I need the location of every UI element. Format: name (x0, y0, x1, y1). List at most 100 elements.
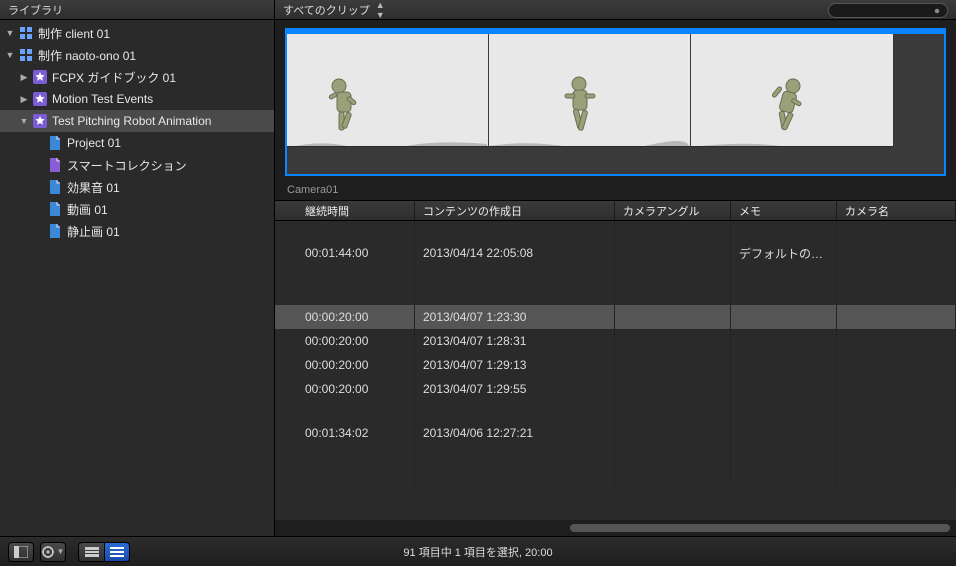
clip-row[interactable]: 00:00:20:002013/04/07 1:29:13 (275, 353, 956, 377)
cell-duration: 00:01:34:02 (275, 421, 415, 445)
cell-created: 2013/04/07 1:29:13 (415, 353, 615, 377)
selected-clip-name: Camera01 (275, 180, 956, 200)
library-icon (18, 47, 34, 63)
cell-created: 2013/04/06 12:27:21 (415, 421, 615, 445)
tree-item-naoto-ono-01[interactable]: ▼ 制作 naoto-ono 01 (0, 44, 274, 66)
disclosure-triangle-icon[interactable]: ▼ (4, 50, 16, 60)
tree-item-test-pitching-robot-animation[interactable]: ▼ Test Pitching Robot Animation (0, 110, 274, 132)
cell-angle (615, 353, 731, 377)
library-icon (18, 25, 34, 41)
tree-item-label: スマートコレクション (67, 157, 187, 174)
tree-item-project-01[interactable]: Project 01 (0, 132, 274, 154)
tree-item-motion-test-events[interactable]: ▶Motion Test Events (0, 88, 274, 110)
list-gap (275, 221, 956, 241)
tree-item-label: 制作 client 01 (38, 25, 110, 42)
cell-duration: 00:00:20:00 (275, 353, 415, 377)
keyword-icon (48, 201, 62, 217)
col-duration[interactable]: 継続時間 (275, 201, 415, 220)
keyword-icon (48, 223, 62, 239)
col-created[interactable]: コンテンツの作成日 (415, 201, 615, 220)
list-view-button[interactable] (104, 542, 130, 562)
status-text: 91 項目中 1 項目を選択, 20:00 (403, 544, 552, 560)
tree-item-fcpx-01[interactable]: ▶ FCPX ガイドブック 01 (0, 66, 274, 88)
clip-row[interactable]: 00:00:20:002013/04/07 1:29:55 (275, 377, 956, 401)
cell-duration: 00:00:20:00 (275, 305, 415, 329)
footer-toolbar: ▼ 91 項目中 1 項目を選択, 20:00 (0, 536, 956, 566)
list-gap (275, 401, 956, 421)
clip-list: 00:01:44:002013/04/14 22:05:08デフォルトの…00:… (275, 221, 956, 520)
cell-camname (837, 377, 956, 401)
clip-row[interactable]: 00:01:44:002013/04/14 22:05:08デフォルトの… (275, 241, 956, 265)
tree-item-01[interactable]: 動画 01 (0, 198, 274, 220)
cell-angle (615, 377, 731, 401)
cell-memo (731, 421, 837, 445)
cell-memo (731, 353, 837, 377)
disclosure-triangle-icon[interactable]: ▶ (18, 94, 30, 105)
clip-filmstrip[interactable] (285, 28, 946, 176)
smart-collection-icon (48, 157, 62, 173)
search-input[interactable] (828, 3, 948, 18)
cell-memo (731, 377, 837, 401)
tree-item-label: 制作 naoto-ono 01 (38, 47, 136, 64)
cell-camname (837, 241, 956, 265)
tree-item-01[interactable]: 効果音 01 (0, 176, 274, 198)
horizontal-scrollbar[interactable] (275, 520, 956, 536)
cell-angle (615, 305, 731, 329)
dropdown-chevron-icon: ▲▼ (376, 0, 385, 20)
keyword-icon (48, 179, 62, 195)
list-gap (275, 465, 956, 485)
cell-angle (615, 329, 731, 353)
tree-item-[interactable]: スマートコレクション (0, 154, 274, 176)
tree-item-client-01[interactable]: ▼ 制作 client 01 (0, 22, 274, 44)
cell-duration: 00:00:20:00 (275, 377, 415, 401)
action-menu-button[interactable]: ▼ (40, 542, 66, 562)
cell-camname (837, 353, 956, 377)
filmstrip-frame (894, 34, 944, 174)
library-sidebar: ライブラリ ▼ 制作 client 01 ▼ 制作 naoto-ono 01 ▶ FCPX… (0, 0, 275, 536)
filmstrip-frame (489, 34, 691, 174)
tree-item-label: 効果音 01 (67, 179, 120, 196)
browser-header: すべてのクリップ ▲▼ (275, 0, 956, 20)
tree-item-label: FCPX ガイドブック 01 (52, 69, 176, 86)
event-icon (32, 113, 48, 129)
filmstrip-frame (287, 34, 489, 174)
cell-duration: 00:00:20:00 (275, 329, 415, 353)
cell-memo (731, 305, 837, 329)
clip-filter-label: すべてのクリップ (283, 2, 370, 18)
cell-created: 2013/04/07 1:29:55 (415, 377, 615, 401)
cell-duration: 00:01:44:00 (275, 241, 415, 265)
event-icon (32, 69, 48, 85)
cell-camname (837, 305, 956, 329)
col-camname[interactable]: カメラ名 (837, 201, 956, 220)
library-tree: ▼ 制作 client 01 ▼ 制作 naoto-ono 01 ▶ FCPX ガイドブッ… (0, 20, 274, 536)
cell-angle (615, 421, 731, 445)
disclosure-triangle-icon[interactable]: ▼ (4, 28, 16, 38)
filmstrip-view-button[interactable] (78, 542, 104, 562)
list-gap (275, 265, 956, 285)
disclosure-triangle-icon[interactable]: ▼ (18, 116, 30, 126)
event-icon (32, 91, 48, 107)
col-memo[interactable]: メモ (731, 201, 837, 220)
disclosure-triangle-icon[interactable]: ▶ (18, 72, 30, 83)
column-headers[interactable]: 継続時間 コンテンツの作成日 カメラアングル メモ カメラ名 (275, 200, 956, 221)
tree-item-label: Project 01 (67, 136, 121, 150)
list-gap (275, 445, 956, 465)
tree-item-label: Test Pitching Robot Animation (52, 114, 211, 128)
clip-row[interactable]: 00:00:20:002013/04/07 1:23:30 (275, 305, 956, 329)
sidebar-title: ライブラリ (0, 0, 274, 20)
clip-filter-dropdown[interactable]: すべてのクリップ ▲▼ (283, 0, 385, 20)
filmstrip-frame (691, 34, 893, 174)
cell-angle (615, 241, 731, 265)
cell-memo: デフォルトの… (731, 241, 837, 265)
cell-created: 2013/04/07 1:23:30 (415, 305, 615, 329)
cell-camname (837, 421, 956, 445)
clip-row[interactable]: 00:00:20:002013/04/07 1:28:31 (275, 329, 956, 353)
toggle-sidebar-button[interactable] (8, 542, 34, 562)
list-gap (275, 285, 956, 305)
browser-panel: すべてのクリップ ▲▼ (275, 0, 956, 536)
tree-item-label: 静止画 01 (67, 223, 120, 240)
tree-item-01[interactable]: 静止画 01 (0, 220, 274, 242)
col-angle[interactable]: カメラアングル (615, 201, 731, 220)
clip-row[interactable]: 00:01:34:022013/04/06 12:27:21 (275, 421, 956, 445)
tree-item-label: 動画 01 (67, 201, 108, 218)
